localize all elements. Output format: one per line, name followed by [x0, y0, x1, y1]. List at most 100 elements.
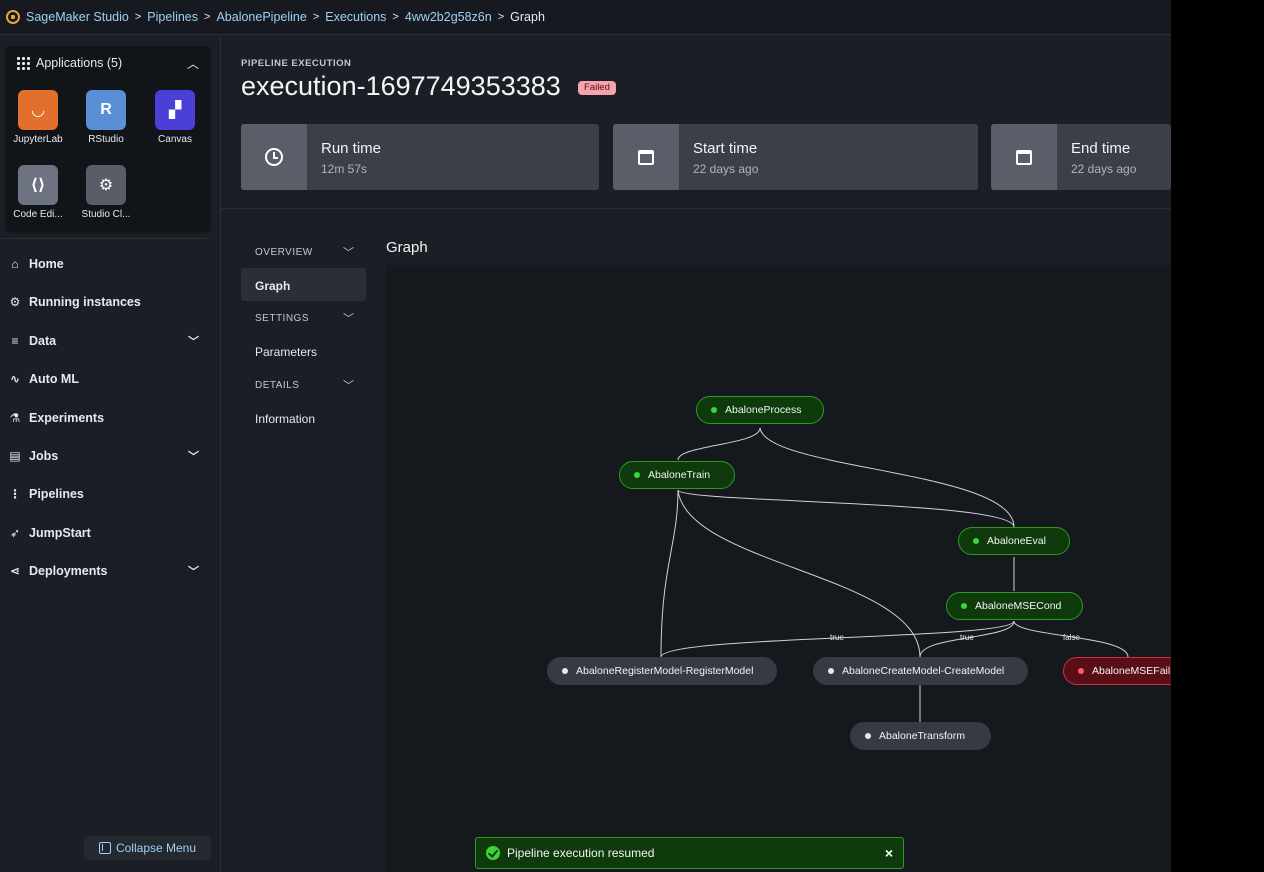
graph-node-abalone-train[interactable]: AbaloneTrain	[619, 461, 735, 489]
sidebar-item-running-instances[interactable]: ⚙ Running instances	[0, 287, 221, 317]
edge-process-eval	[759, 427, 1015, 528]
close-icon[interactable]: ×	[885, 845, 893, 861]
pipeline-graph-canvas[interactable]: true true false AbaloneProcess AbaloneTr…	[386, 265, 1171, 872]
breadcrumb-pipelines[interactable]: Pipelines	[147, 10, 198, 24]
node-label: AbaloneProcess	[725, 404, 802, 416]
sidebar: Applications (5) ︿ ◡ JupyterLab R RStudi…	[0, 36, 221, 872]
flask-icon: ⚗	[9, 411, 21, 425]
node-label: AbaloneEval	[987, 535, 1046, 547]
collapse-sidebar-icon	[98, 842, 111, 854]
subnav-item-information[interactable]: Information	[255, 412, 315, 426]
stat-icon-box	[991, 124, 1057, 190]
node-label: AbaloneCreateModel-CreateModel	[842, 665, 1005, 677]
stat-icon-box	[613, 124, 679, 190]
edge-train-eval	[677, 489, 1015, 528]
sagemaker-studio-app: SageMaker Studio > Pipelines > AbalonePi…	[0, 0, 1171, 872]
collapse-menu-label: Collapse Menu	[115, 841, 197, 855]
app-code-editor[interactable]: ⟨⟩ Code Edi...	[8, 165, 68, 220]
jupyterlab-icon: ◡	[18, 90, 58, 130]
share-icon: ⋖	[9, 564, 21, 578]
sidebar-item-data[interactable]: ≡ Data ﹀	[0, 326, 221, 356]
breadcrumb-abalone-pipeline[interactable]: AbalonePipeline	[216, 10, 306, 24]
breadcrumb-execution-id[interactable]: 4ww2b2g58z6n	[405, 10, 492, 24]
chevron-down-icon[interactable]: ﹀	[343, 377, 354, 393]
subnav-item-graph[interactable]: Graph	[255, 279, 290, 293]
graph-node-abalone-eval[interactable]: AbaloneEval	[958, 527, 1070, 555]
sidebar-item-label: Experiments	[29, 411, 105, 425]
status-dot-icon	[865, 733, 871, 739]
graph-node-abalone-mse-fail[interactable]: AbaloneMSEFail	[1063, 657, 1171, 685]
subnav-details-header[interactable]: DETAILS	[255, 380, 299, 391]
chevron-up-icon[interactable]: ︿	[187, 55, 199, 72]
sidebar-item-auto-ml[interactable]: ∿ Auto ML	[0, 364, 221, 394]
breadcrumb-sagemaker-studio[interactable]: SageMaker Studio	[26, 10, 129, 24]
page-label: PIPELINE EXECUTION	[241, 58, 352, 69]
clock-icon	[265, 148, 283, 166]
breadcrumb-executions[interactable]: Executions	[325, 10, 386, 24]
database-icon: ≡	[11, 334, 19, 348]
status-dot-icon	[1078, 668, 1084, 674]
app-jupyterlab[interactable]: ◡ JupyterLab	[8, 90, 68, 145]
edge-label-true: true	[960, 633, 974, 642]
breadcrumb-separator-icon: >	[392, 11, 399, 23]
sidebar-item-home[interactable]: ⌂ Home	[0, 249, 221, 279]
graph-node-abalone-register-model[interactable]: AbaloneRegisterModel-RegisterModel	[547, 657, 777, 685]
sidebar-item-jobs[interactable]: ▤ Jobs ﹀	[0, 441, 221, 471]
gear-icon: ⚙	[9, 295, 21, 309]
graph-node-abalone-mse-cond[interactable]: AbaloneMSECond	[946, 592, 1083, 620]
stat-value: 22 days ago	[1071, 162, 1137, 176]
automl-icon: ∿	[9, 372, 21, 386]
edge-process-train	[677, 427, 761, 461]
sidebar-item-jumpstart[interactable]: ➶ JumpStart	[0, 518, 221, 548]
sidebar-item-label: Deployments	[29, 564, 108, 578]
node-label: AbaloneRegisterModel-RegisterModel	[576, 665, 754, 677]
breadcrumb-separator-icon: >	[497, 11, 505, 23]
sidebar-item-pipelines[interactable]: ⋮ Pipelines	[0, 479, 221, 509]
canvas-icon: ▞	[155, 90, 195, 130]
breadcrumb-separator-icon: >	[134, 11, 142, 23]
stat-card-end-time: End time 22 days ago	[991, 124, 1171, 190]
breadcrumb: SageMaker Studio > Pipelines > AbalonePi…	[0, 0, 1171, 35]
briefcase-icon: ▤	[9, 449, 21, 463]
applications-header[interactable]: Applications (5)	[17, 56, 122, 70]
stat-title: Run time	[321, 140, 382, 157]
chevron-down-icon[interactable]: ﹀	[343, 244, 354, 260]
chevron-down-icon[interactable]: ﹀	[188, 563, 199, 579]
chevron-down-icon[interactable]: ﹀	[188, 333, 199, 349]
chevron-down-icon[interactable]: ﹀	[343, 310, 354, 326]
status-dot-icon	[828, 668, 834, 674]
subnav-overview-header[interactable]: OVERVIEW	[255, 247, 313, 258]
graph-node-abalone-process[interactable]: AbaloneProcess	[696, 396, 824, 424]
page-title: execution-1697749353383	[241, 71, 561, 101]
subnav-settings-header[interactable]: SETTINGS	[255, 313, 309, 324]
studio-classic-icon: ⚙	[86, 165, 126, 205]
sidebar-item-label: Running instances	[29, 295, 141, 309]
sidebar-item-label: JumpStart	[29, 526, 91, 540]
sidebar-item-experiments[interactable]: ⚗ Experiments	[0, 403, 221, 433]
sidebar-item-deployments[interactable]: ⋖ Deployments ﹀	[0, 556, 221, 586]
graph-node-abalone-transform[interactable]: AbaloneTransform	[850, 722, 991, 750]
stat-title: Start time	[693, 140, 758, 157]
status-dot-icon	[961, 603, 967, 609]
app-rstudio[interactable]: R RStudio	[76, 90, 136, 145]
breadcrumb-separator-icon: >	[204, 11, 211, 23]
app-label: JupyterLab	[13, 134, 63, 145]
chevron-down-icon[interactable]: ﹀	[188, 448, 199, 464]
status-dot-icon	[973, 538, 979, 544]
edge-train-create	[677, 489, 921, 658]
app-canvas[interactable]: ▞ Canvas	[145, 90, 205, 145]
collapse-menu-button[interactable]: Collapse Menu	[84, 836, 211, 860]
code-editor-icon: ⟨⟩	[18, 165, 58, 205]
sidebar-item-label: Pipelines	[29, 487, 84, 501]
app-studio-classic[interactable]: ⚙ Studio Cl...	[76, 165, 136, 220]
subnav-item-parameters[interactable]: Parameters	[255, 345, 317, 359]
edge-label-true: true	[830, 633, 844, 642]
applications-panel: Applications (5) ︿ ◡ JupyterLab R RStudi…	[5, 46, 211, 233]
graph-node-abalone-create-model[interactable]: AbaloneCreateModel-CreateModel	[813, 657, 1028, 685]
stat-value: 12m 57s	[321, 162, 368, 176]
sagemaker-logo-icon	[6, 10, 20, 24]
stat-value: 22 days ago	[693, 162, 759, 176]
check-circle-icon	[486, 846, 500, 860]
node-label: AbaloneMSEFail	[1092, 665, 1171, 677]
section-divider	[221, 208, 1171, 209]
